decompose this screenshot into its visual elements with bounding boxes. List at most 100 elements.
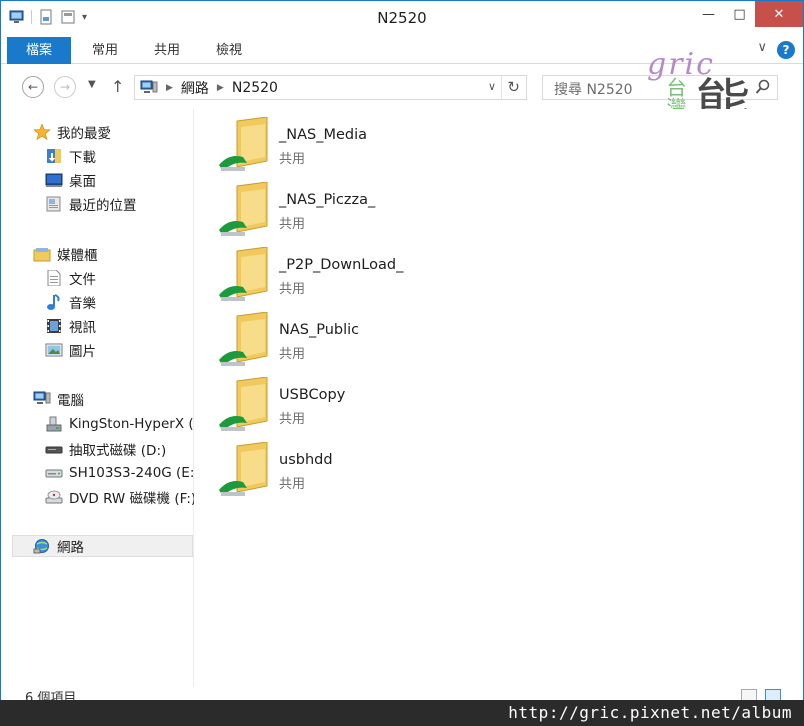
breadcrumb-separator-icon[interactable]: ▶: [166, 83, 173, 93]
nav-downloads[interactable]: 下載: [1, 145, 194, 167]
nav-favorites-label: 我的最愛: [57, 126, 111, 142]
window-controls: — □ ✕: [693, 1, 803, 27]
search-icon[interactable]: [755, 79, 771, 95]
network-computer-icon: [140, 80, 158, 93]
folder-type: 共用: [279, 477, 306, 492]
nav-libraries-label: 媒體櫃: [57, 248, 98, 264]
window-title: N2520: [377, 9, 427, 27]
minimize-button[interactable]: —: [693, 1, 724, 27]
up-button[interactable]: ↑: [111, 77, 124, 96]
tab-home[interactable]: 常用: [79, 37, 131, 64]
nav-music[interactable]: 音樂: [1, 291, 194, 313]
pictures-icon: [45, 343, 63, 357]
refresh-icon[interactable]: ↻: [507, 78, 520, 96]
dvd-drive-icon: [45, 490, 63, 504]
nav-documents[interactable]: 文件: [1, 267, 194, 289]
folder-name: _NAS_Media: [279, 127, 368, 143]
nav-music-label: 音樂: [69, 296, 96, 312]
folder-item[interactable]: USBCopy 共用: [215, 377, 515, 439]
nav-libraries[interactable]: 媒體櫃: [1, 243, 194, 265]
ribbon-expand-icon[interactable]: ∨: [757, 40, 767, 55]
nav-drive-e[interactable]: SH103S3-240G (E:): [1, 462, 194, 484]
folder-item[interactable]: _P2P_DownLoad_ 共用: [215, 247, 515, 309]
nav-recent-places-label: 最近的位置: [69, 198, 137, 214]
removable-disk-icon: [45, 446, 63, 454]
search-placeholder: 搜尋 N2520: [554, 82, 633, 98]
folder-type: 共用: [279, 152, 306, 167]
forward-button[interactable]: →: [54, 76, 76, 98]
maximize-button[interactable]: □: [724, 1, 755, 27]
nav-drive-kingston-label: KingSton-HyperX (: [69, 416, 194, 432]
nav-drive-d-label: 抽取式磁碟 (D:): [69, 443, 167, 459]
address-dropdown-icon[interactable]: ∨: [488, 80, 496, 93]
breadcrumb-separator-icon[interactable]: ▶: [217, 83, 224, 93]
nav-network-label: 網路: [57, 540, 84, 556]
footer-watermark: http://gric.pixnet.net/album: [0, 700, 804, 726]
nav-drive-d[interactable]: 抽取式磁碟 (D:): [1, 438, 194, 460]
address-bar[interactable]: ▶ 網路 ▶ N2520 ∨ ↻: [134, 75, 527, 100]
folder-item[interactable]: _NAS_Piczza_ 共用: [215, 182, 515, 244]
back-button[interactable]: ←: [22, 76, 44, 98]
help-icon[interactable]: ?: [777, 41, 795, 59]
libraries-icon: [33, 248, 51, 262]
folder-name: _P2P_DownLoad_: [279, 257, 404, 273]
nav-computer[interactable]: 電腦: [1, 388, 194, 410]
tab-file[interactable]: 檔案: [7, 37, 71, 64]
arrow-left-icon: ←: [27, 80, 39, 94]
nav-pictures[interactable]: 圖片: [1, 339, 194, 361]
nav-pictures-label: 圖片: [69, 344, 96, 360]
folder-item[interactable]: usbhdd 共用: [215, 442, 515, 504]
nav-desktop-label: 桌面: [69, 174, 96, 190]
search-box[interactable]: 搜尋 N2520: [542, 75, 778, 100]
folder-type: 共用: [279, 282, 306, 297]
network-icon: [33, 539, 49, 554]
folder-type: 共用: [279, 347, 306, 362]
nav-documents-label: 文件: [69, 272, 96, 288]
music-icon: [47, 294, 60, 310]
arrow-right-icon: →: [59, 80, 71, 94]
close-button[interactable]: ✕: [755, 1, 803, 27]
folder-name: _NAS_Piczza_: [279, 192, 376, 208]
shared-folder-icon: [219, 117, 268, 171]
computer-icon: [33, 391, 51, 404]
video-icon: [47, 319, 61, 333]
recent-places-icon: [46, 196, 61, 212]
nav-drive-kingston[interactable]: KingSton-HyperX (: [1, 413, 194, 435]
tab-view[interactable]: 檢視: [203, 37, 255, 64]
shared-folder-icon: [219, 377, 268, 431]
right-edge: [791, 109, 803, 687]
hard-disk-icon: [45, 469, 63, 478]
folder-item[interactable]: _NAS_Media 共用: [215, 117, 515, 179]
ribbon-tabs: 檔案 常用 共用 檢視 ∨ ?: [1, 37, 803, 64]
breadcrumb-n2520[interactable]: N2520: [232, 80, 278, 96]
breadcrumb-network[interactable]: 網路: [181, 78, 209, 98]
folder-name: NAS_Public: [279, 322, 360, 338]
nav-downloads-label: 下載: [69, 150, 96, 166]
status-bar: 6 個項目: [1, 687, 803, 706]
usb-drive-icon: [46, 416, 62, 432]
nav-drive-e-label: SH103S3-240G (E:): [69, 465, 194, 481]
tab-share[interactable]: 共用: [141, 37, 193, 64]
explorer-window: ▾ N2520 — □ ✕ 檔案 常用 共用 檢視 ∨ ? ← → ▼ ↑ ▶ …: [0, 0, 804, 726]
nav-network[interactable]: 網路: [12, 535, 193, 557]
nav-videos[interactable]: 視訊: [1, 315, 194, 337]
title-bar: ▾ N2520 — □ ✕: [1, 1, 803, 35]
arrow-up-icon: ↑: [111, 77, 125, 96]
folder-type: 共用: [279, 412, 306, 427]
nav-videos-label: 視訊: [69, 320, 96, 336]
nav-desktop[interactable]: 桌面: [1, 169, 194, 191]
nav-favorites[interactable]: 我的最愛: [1, 121, 194, 143]
shared-folder-icon: [219, 312, 268, 366]
nav-drive-f-label: DVD RW 磁碟機 (F:): [69, 491, 194, 507]
navigation-bar: ← → ▼ ↑ ▶ 網路 ▶ N2520 ∨ ↻ 搜尋 N2520: [1, 65, 803, 107]
navigation-pane: 我的最愛 下載 桌面 最近的位置 媒體櫃 文件 音樂 視訊 圖片 電腦 King…: [1, 109, 194, 687]
desktop-icon: [45, 173, 63, 187]
document-icon: [47, 270, 61, 286]
watermark-url: http://gric.pixnet.net/album: [508, 703, 792, 722]
nav-drive-f[interactable]: DVD RW 磁碟機 (F:): [1, 486, 194, 508]
shared-folder-icon: [219, 442, 268, 496]
nav-recent-places[interactable]: 最近的位置: [1, 193, 194, 215]
folder-item[interactable]: NAS_Public 共用: [215, 312, 515, 374]
address-divider: [501, 76, 502, 99]
recent-locations-icon[interactable]: ▼: [88, 79, 96, 90]
